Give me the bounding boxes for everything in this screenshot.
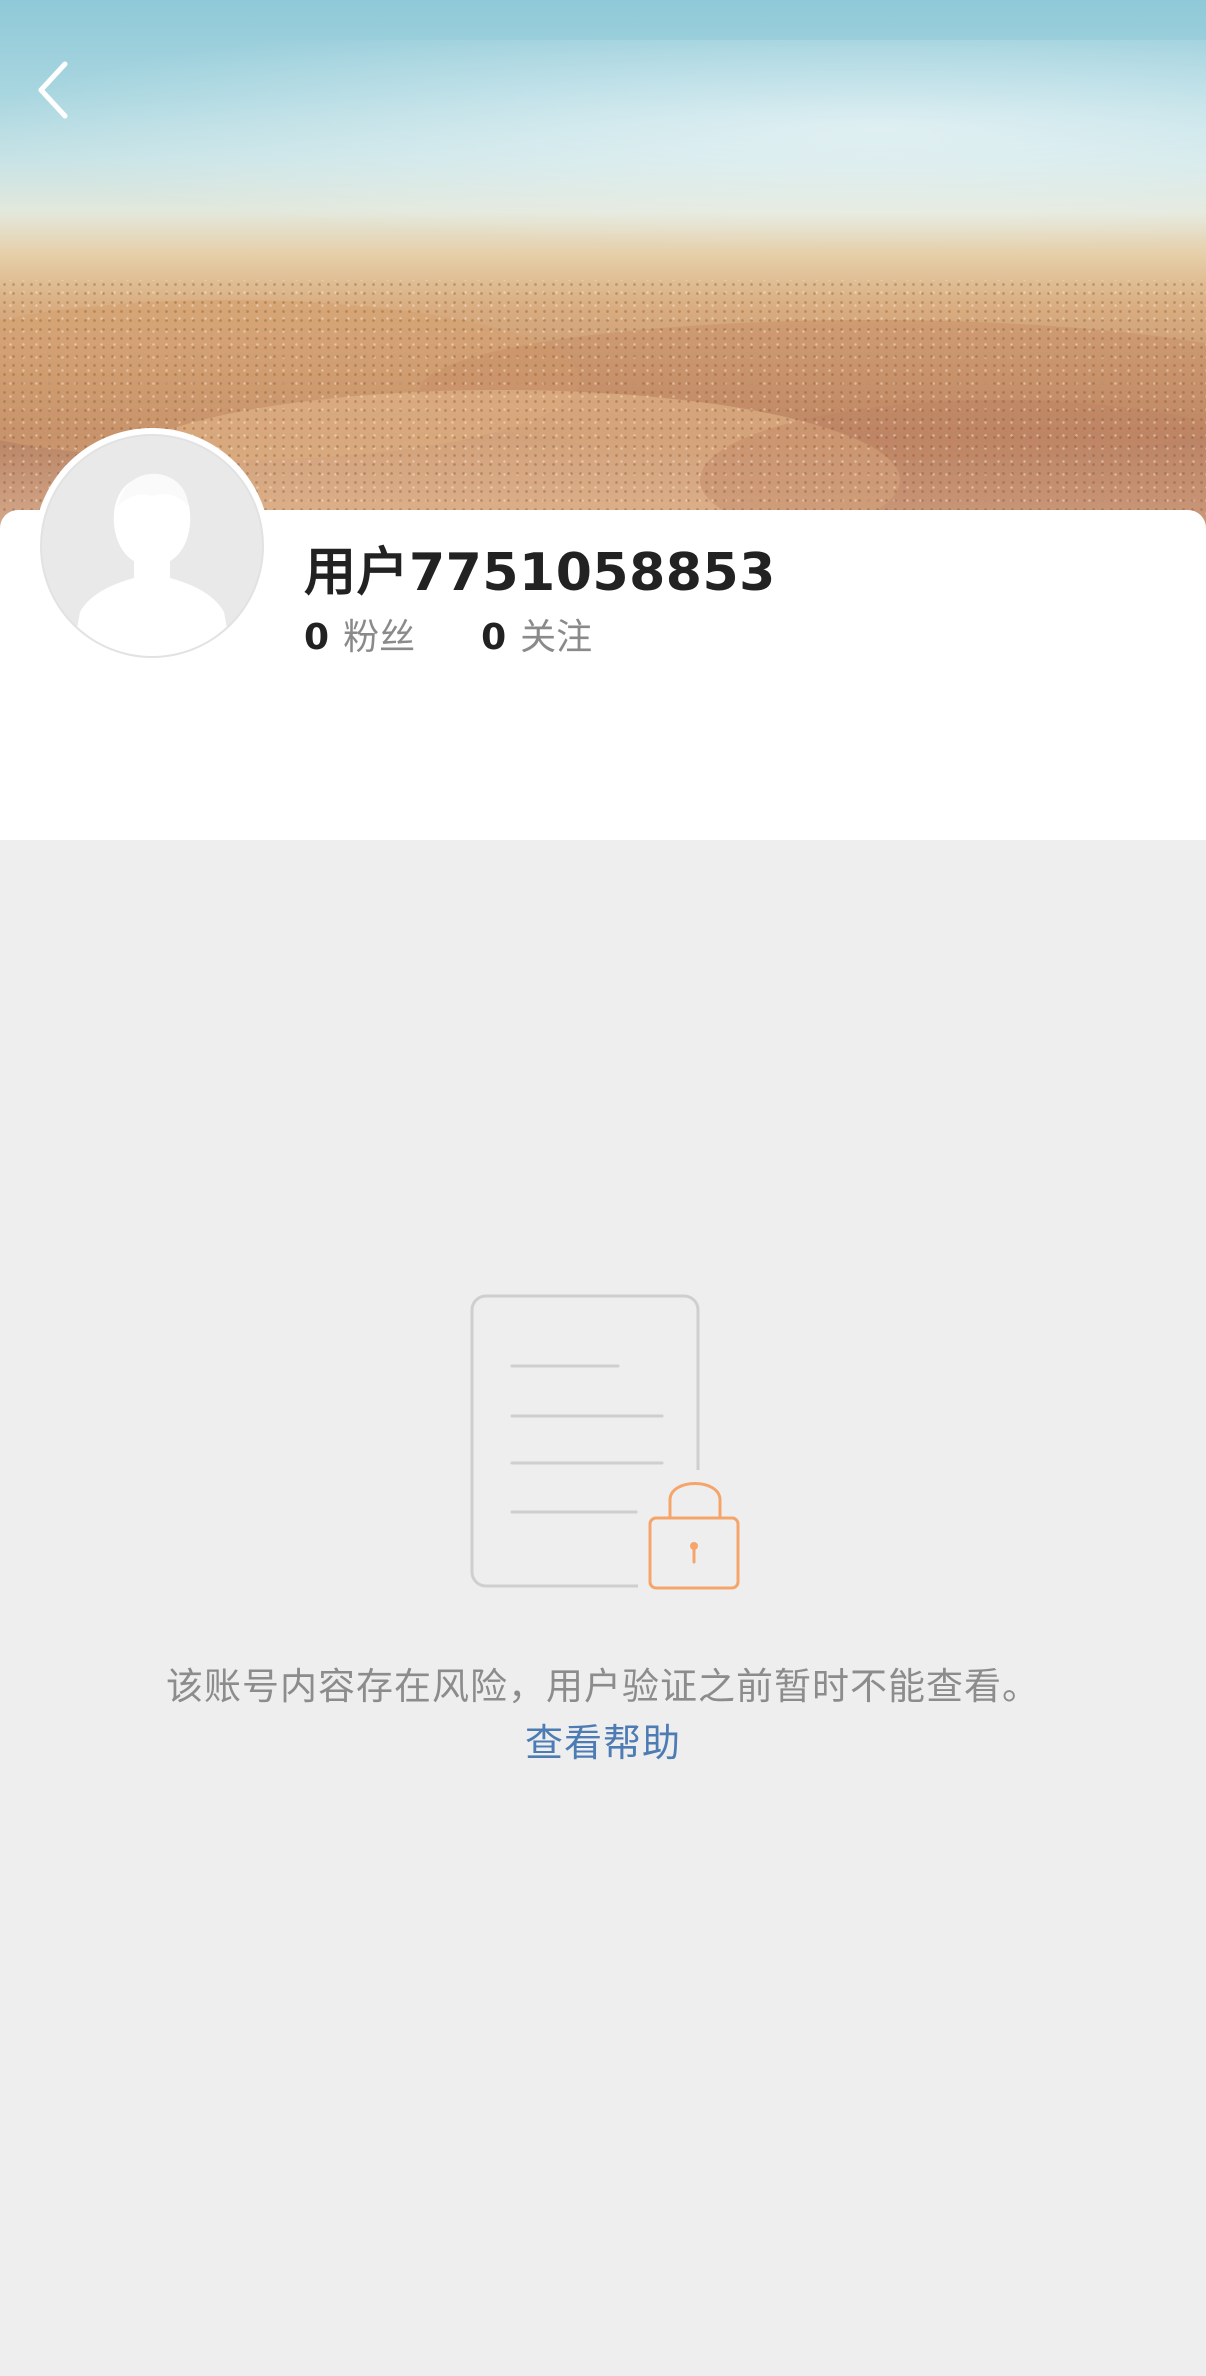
username: 用户7751058853 — [304, 543, 776, 603]
back-button[interactable] — [28, 60, 78, 120]
following-label: 关注 — [520, 617, 593, 658]
profile-page: 用户7751058853 0 粉丝 0 关注 该账号内容存在风险，用户验证之前暂… — [0, 0, 1206, 2376]
banner-sky-haze — [0, 40, 1206, 260]
profile-stats: 0 粉丝 0 关注 — [304, 608, 592, 660]
followers-stat[interactable]: 0 粉丝 — [304, 608, 415, 660]
default-avatar-icon — [40, 434, 264, 658]
locked-document-icon — [462, 1290, 742, 1600]
following-count: 0 — [481, 617, 507, 658]
following-stat[interactable]: 0 关注 — [481, 608, 592, 660]
followers-count: 0 — [304, 617, 330, 658]
chevron-left-icon — [38, 61, 68, 119]
risk-message: 该账号内容存在风险，用户验证之前暂时不能查看。 — [166, 1665, 1040, 1708]
avatar[interactable] — [38, 432, 266, 660]
followers-label: 粉丝 — [343, 617, 416, 658]
help-link[interactable]: 查看帮助 — [0, 1712, 1206, 1767]
